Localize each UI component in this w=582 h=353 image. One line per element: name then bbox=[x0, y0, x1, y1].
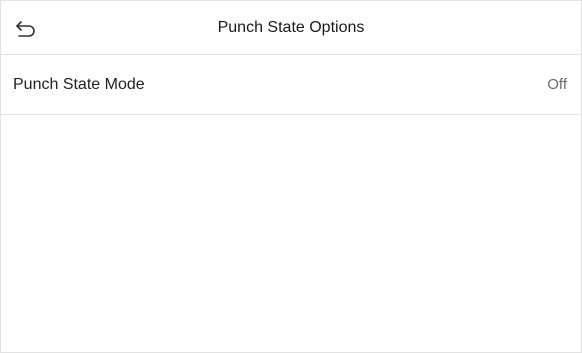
setting-row-punch-state-mode[interactable]: Punch State Mode Off bbox=[1, 55, 581, 115]
page-title: Punch State Options bbox=[217, 19, 365, 36]
back-button[interactable] bbox=[11, 15, 41, 41]
setting-value: Off bbox=[547, 76, 567, 93]
header-bar: Punch State Options bbox=[1, 1, 581, 55]
screen: Punch State Options Punch State Mode Off bbox=[0, 0, 582, 353]
setting-label: Punch State Mode bbox=[13, 75, 145, 93]
back-arrow-icon bbox=[16, 21, 35, 37]
